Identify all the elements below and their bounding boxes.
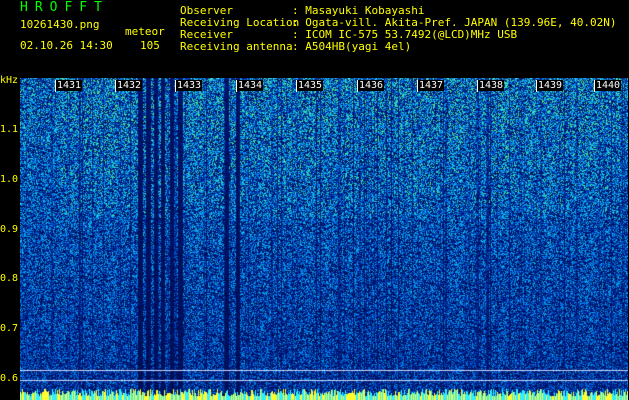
minute-label-1433: 1433 (176, 80, 203, 91)
minute-label-1431: 1431 (56, 80, 83, 91)
minute-label-1435: 1435 (297, 80, 324, 91)
mode-label: meteor (125, 25, 165, 38)
app-title: HROFFT (20, 0, 109, 15)
frequency-unit: kHz (0, 75, 19, 86)
file-name: 10261430.png (20, 18, 100, 31)
minute-label-1439: 1439 (537, 80, 564, 91)
freq-tick-1.0: 1.0 (0, 174, 19, 185)
header-panel: HROFFT 10261430.png 02.10.26 14:30 meteo… (0, 0, 629, 78)
minute-label-1432: 1432 (116, 80, 143, 91)
datetime: 02.10.26 14:30 (20, 39, 113, 52)
count-value: 105 (140, 39, 160, 52)
minute-label-1437: 1437 (418, 80, 445, 91)
freq-tick-1.1: 1.1 (0, 124, 19, 135)
minute-label-1434: 1434 (237, 80, 264, 91)
minute-label-1436: 1436 (358, 80, 385, 91)
minute-label-1438: 1438 (478, 80, 505, 91)
freq-tick-0.9: 0.9 (0, 224, 19, 235)
antenna-label: Receiving antenna (180, 40, 293, 53)
freq-tick-0.6: 0.6 (0, 373, 19, 384)
freq-tick-0.7: 0.7 (0, 323, 19, 334)
spectrogram-canvas (20, 78, 628, 400)
antenna-value: : A504HB(yagi 4el) (292, 40, 412, 53)
minute-label-1440: 1440 (595, 80, 622, 91)
freq-tick-0.8: 0.8 (0, 273, 19, 284)
